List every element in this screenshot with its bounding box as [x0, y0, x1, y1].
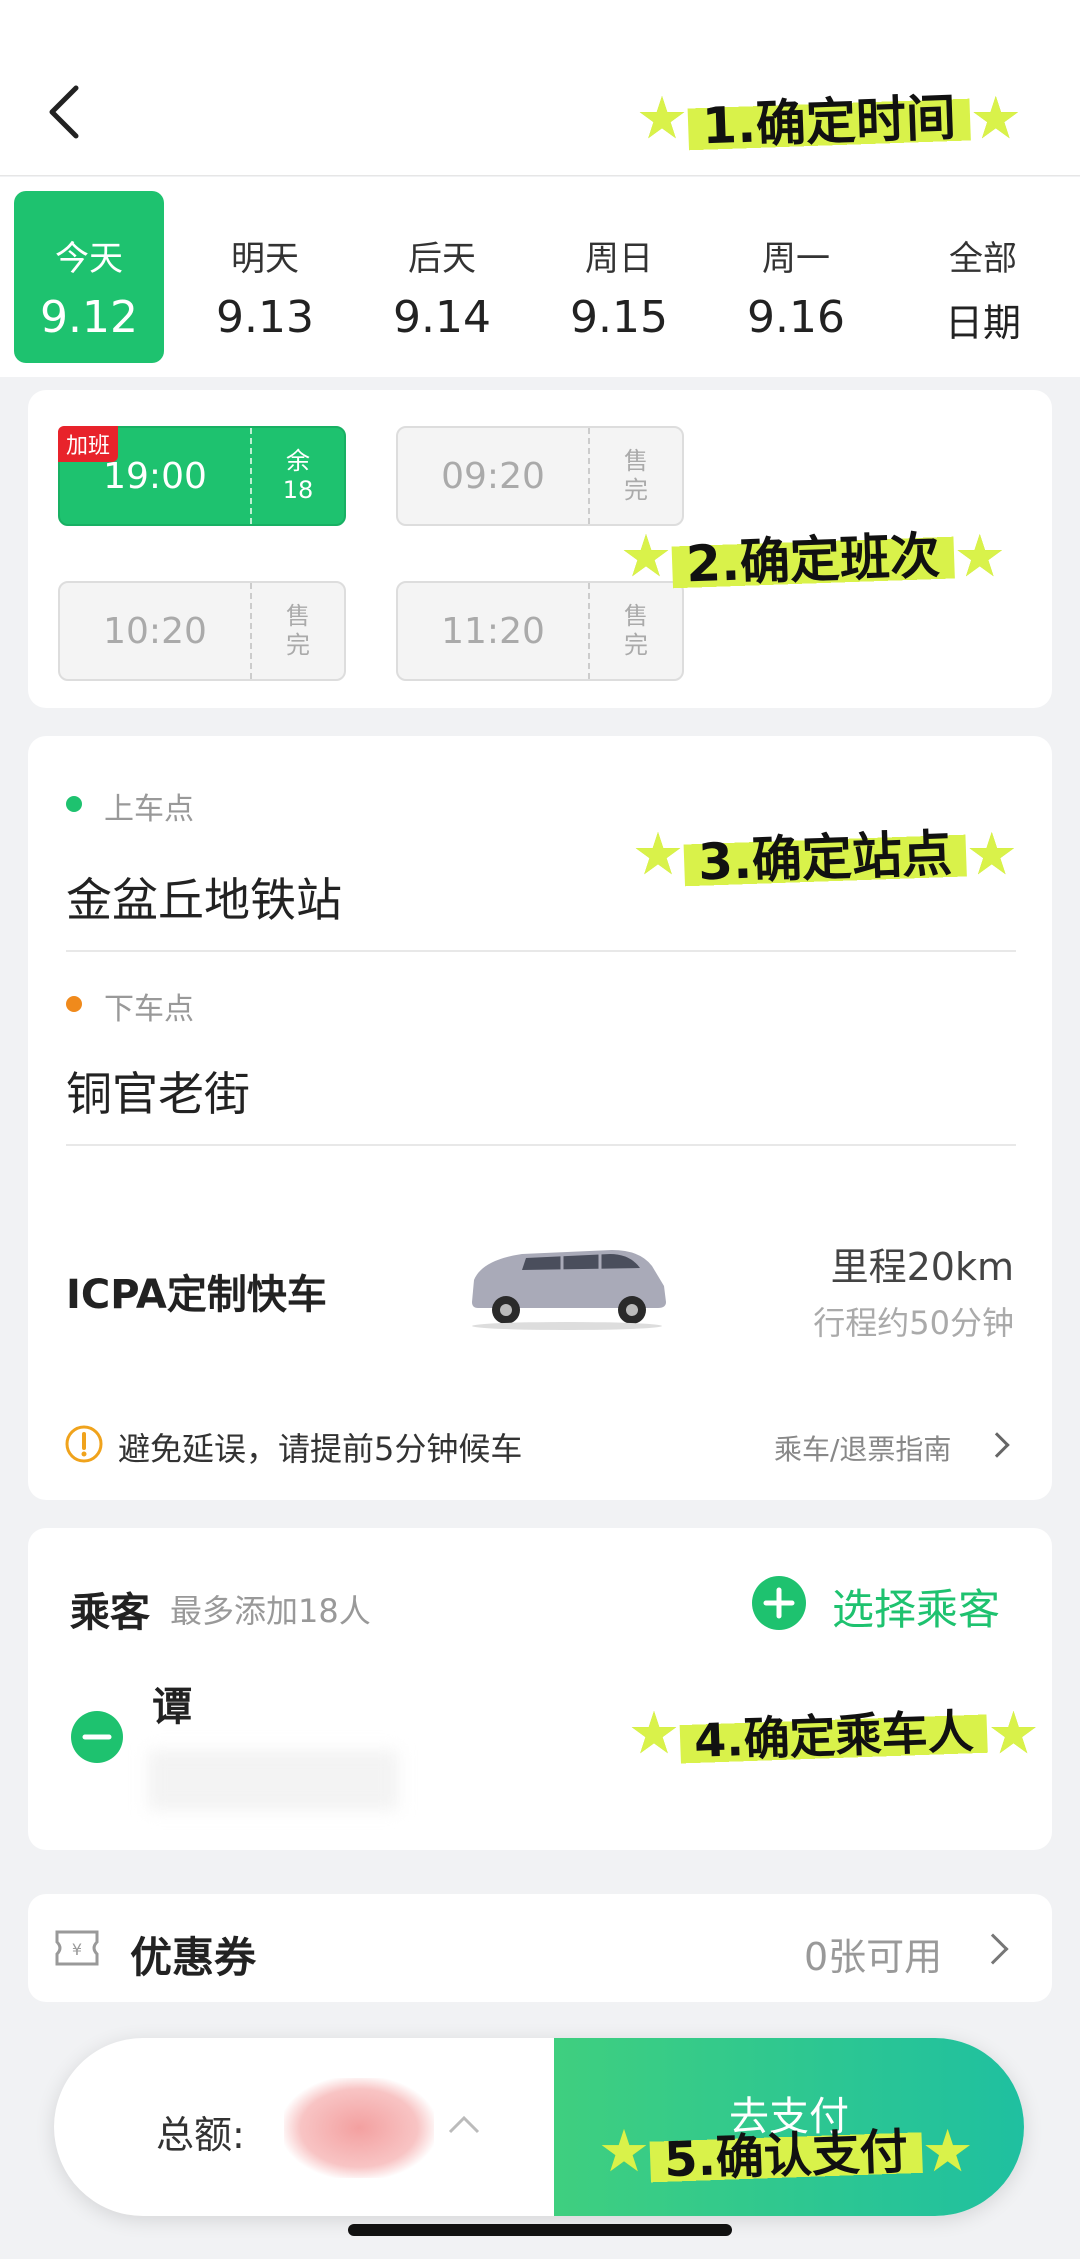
date-tabs: 今天 9.12 明天 9.13 后天 9.14 周日 9.15 周一 9.16 … [0, 177, 1080, 377]
annotation-2: ★ 2.确定班次 ★ [620, 515, 1006, 597]
redacted-amount [284, 2078, 434, 2178]
svg-text:¥: ¥ [72, 1940, 82, 1959]
star-icon: ★ [632, 820, 684, 888]
distance-text: 里程20km [830, 1245, 1014, 1289]
select-passenger-button[interactable]: 选择乘客 [832, 1576, 1000, 1637]
star-icon: ★ [636, 84, 688, 152]
annotation-2-text: 2.确定班次 [670, 515, 955, 597]
annotation-3-text: 3.确定站点 [682, 813, 967, 895]
alight-dot-icon [66, 996, 82, 1012]
date-tab-monday[interactable]: 周一 9.16 [721, 191, 871, 363]
passenger-limit: 最多添加18人 [170, 1592, 371, 1630]
star-icon: ★ [969, 84, 1022, 152]
coupon-count: 0张可用 [804, 1935, 943, 1979]
date-tab-tomorrow[interactable]: 明天 9.13 [190, 191, 340, 363]
annotation-4: ★ 4.确定乘车人 ★ [628, 1694, 1040, 1772]
passenger-title: 乘客 [70, 1590, 150, 1636]
star-icon: ★ [953, 522, 1006, 590]
alight-stop-name[interactable]: 铜官老街 [66, 1058, 250, 1124]
star-icon: ★ [965, 820, 1018, 888]
board-dot-icon [66, 796, 82, 812]
add-passenger-icon[interactable] [750, 1574, 808, 1632]
coupon-icon: ¥ [55, 1930, 99, 1966]
guide-link[interactable]: 乘车/退票指南 [774, 1428, 951, 1468]
schedule-slot-1120[interactable]: 11:20 售完 [396, 581, 684, 681]
total-label: 总额: [156, 2113, 245, 2157]
annotation-1-text: 1.确定时间 [686, 77, 971, 159]
board-label: 上车点 [104, 792, 194, 827]
star-icon: ★ [620, 522, 672, 590]
star-icon: ★ [628, 1699, 680, 1767]
passenger-name: 谭 [152, 1684, 192, 1730]
date-tab-all[interactable]: 全部 日期 [908, 191, 1058, 363]
duration-text: 行程约50分钟 [813, 1304, 1014, 1342]
divider [66, 1144, 1016, 1146]
redacted-id [148, 1750, 398, 1810]
annotation-5: ★ 5.确认支付 ★ [598, 2111, 974, 2191]
service-name: ICPA定制快车 [66, 1272, 327, 1318]
schedule-slot-1900[interactable]: 加班 19:00 余 18 [58, 426, 346, 526]
star-icon: ★ [921, 2117, 974, 2185]
notice-text: 避免延误，请提前5分钟候车 [118, 1430, 523, 1468]
annotation-3: ★ 3.确定站点 ★ [632, 813, 1018, 895]
date-tab-sunday[interactable]: 周日 9.15 [544, 191, 694, 363]
board-stop-name[interactable]: 金盆丘地铁站 [66, 864, 342, 930]
star-icon: ★ [598, 2117, 650, 2185]
remove-passenger-icon[interactable] [70, 1710, 124, 1764]
schedule-slot-1020[interactable]: 10:20 售完 [58, 581, 346, 681]
date-tab-today[interactable]: 今天 9.12 [14, 191, 164, 363]
divider [66, 950, 1016, 952]
chevron-up-icon[interactable] [446, 2112, 482, 2136]
annotation-1: ★ 1.确定时间 ★ [636, 77, 1022, 159]
back-arrow-icon[interactable] [40, 82, 90, 142]
date-tab-day-after[interactable]: 后天 9.14 [367, 191, 517, 363]
extra-shift-badge: 加班 [58, 426, 119, 462]
annotation-5-text: 5.确认支付 [648, 2111, 923, 2191]
home-indicator [348, 2224, 732, 2236]
minivan-image [472, 1250, 666, 1330]
coupon-title: 优惠券 [130, 1933, 257, 1982]
schedule-slot-0920[interactable]: 09:20 售完 [396, 426, 684, 526]
star-icon: ★ [987, 1699, 1040, 1767]
annotation-4-text: 4.确定乘车人 [678, 1694, 989, 1772]
alight-label: 下车点 [104, 992, 194, 1027]
warning-icon [65, 1425, 103, 1463]
